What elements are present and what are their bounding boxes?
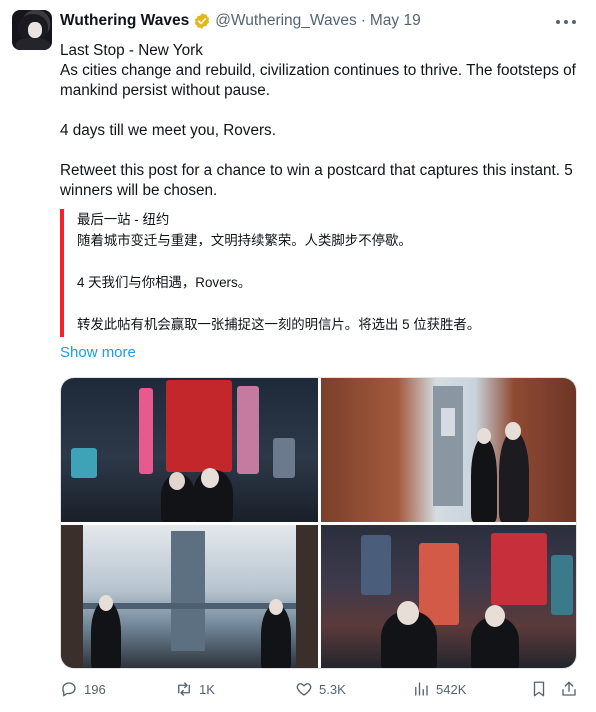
translation-line-countdown: 4 天我们与你相遇，Rovers。 [77, 275, 252, 290]
tweet-line-countdown: 4 days till we meet you, Rovers. [60, 122, 276, 139]
tweet-line-body: As cities change and rebuild, civilizati… [60, 62, 576, 99]
photo-times-square-2[interactable] [321, 525, 576, 668]
translation-line-giveaway: 转发此帖有机会赢取一张捕捉这一刻的明信片。将选出 5 位获胜者。 [77, 317, 481, 332]
retweet-count: 1K [199, 681, 215, 697]
retweet-button[interactable]: 1K [175, 680, 215, 698]
share-button[interactable] [560, 680, 578, 698]
views-button[interactable]: 542K [412, 680, 466, 698]
verified-badge-icon [193, 12, 211, 30]
reply-icon [62, 682, 76, 697]
reply-count: 196 [84, 681, 106, 697]
like-icon [296, 683, 312, 696]
like-count: 5.3K [319, 681, 346, 697]
retweet-icon [178, 682, 190, 696]
bookmark-button[interactable] [530, 680, 548, 698]
translation-line-title: 最后一站 - 纽约 [77, 212, 170, 227]
avatar-coat [16, 38, 50, 50]
views-count: 542K [436, 681, 467, 697]
bookmark-icon [533, 681, 545, 697]
translation-line-body: 随着城市变迁与重建，文明持续繁荣。人类脚步不停歇。 [77, 233, 412, 248]
separator-dot: · [360, 12, 366, 29]
show-more-link[interactable]: Show more [60, 344, 136, 361]
translation-block: 最后一站 - 纽约 随着城市变迁与重建，文明持续繁荣。人类脚步不停歇。 4 天我… [60, 209, 580, 337]
tweet-text-intro: Last Stop - New York As cities change an… [60, 41, 580, 101]
tweet-line-title: Last Stop - New York [60, 42, 203, 59]
photo-times-square-1[interactable] [61, 378, 318, 522]
share-icon [562, 681, 576, 696]
reply-button[interactable]: 196 [60, 680, 106, 698]
photo-manhattan-bridge-street[interactable] [321, 378, 576, 522]
photo-bridge-arch[interactable] [61, 525, 318, 668]
views-icon [415, 682, 428, 696]
avatar[interactable] [12, 10, 52, 50]
tweet[interactable]: Wuthering Waves @Wuthering_Waves · May 1… [0, 0, 596, 712]
like-button[interactable]: 5.3K [295, 680, 346, 698]
post-date[interactable]: May 19 [370, 12, 421, 30]
tweet-line-giveaway: Retweet this post for a chance to win a … [60, 162, 573, 199]
avatar-face [28, 22, 42, 38]
tweet-header: Wuthering Waves @Wuthering_Waves · May 1… [60, 10, 421, 32]
media-grid [60, 377, 577, 669]
display-name[interactable]: Wuthering Waves [60, 12, 189, 30]
handle[interactable]: @Wuthering_Waves [215, 12, 357, 30]
action-bar: 196 1K 5.3K 542K [60, 680, 580, 702]
more-icon[interactable] [556, 12, 576, 32]
